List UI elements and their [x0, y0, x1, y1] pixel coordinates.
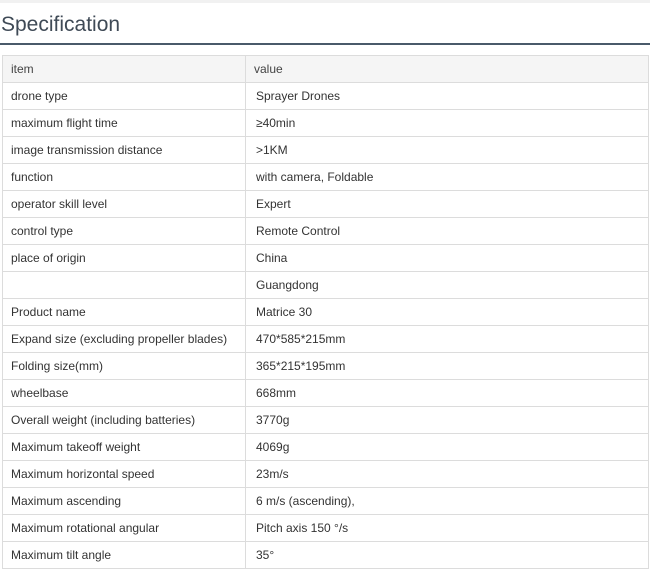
table-row: Maximum horizontal speed 23m/s — [2, 460, 649, 488]
row-item: operator skill level — [2, 190, 246, 218]
row-value: 35° — [245, 541, 649, 569]
row-item: function — [2, 163, 246, 191]
row-value: 6 m/s (ascending), — [245, 487, 649, 515]
table-row: Maximum tilt angle 35° — [2, 541, 649, 569]
row-item: image transmission distance — [2, 136, 246, 164]
row-value: Remote Control — [245, 217, 649, 245]
row-value: 4069g — [245, 433, 649, 461]
section-header: Specification — [0, 3, 650, 45]
row-value: Sprayer Drones — [245, 82, 649, 110]
table-row: Product name Matrice 30 — [2, 298, 649, 326]
row-item: maximum flight time — [2, 109, 246, 137]
row-item: control type — [2, 217, 246, 245]
table-header-row: item value — [2, 55, 649, 83]
row-item: Maximum rotational angular — [2, 514, 246, 542]
row-value: Guangdong — [245, 271, 649, 299]
table-row: operator skill level Expert — [2, 190, 649, 218]
table-row: Maximum ascending 6 m/s (ascending), — [2, 487, 649, 515]
row-item: Maximum horizontal speed — [2, 460, 246, 488]
row-item: Product name — [2, 298, 246, 326]
row-item — [2, 271, 246, 299]
row-value: Matrice 30 — [245, 298, 649, 326]
table-row: place of origin China — [2, 244, 649, 272]
row-value: ≥40min — [245, 109, 649, 137]
row-item: drone type — [2, 82, 246, 110]
table-row: image transmission distance >1KM — [2, 136, 649, 164]
row-item: Maximum ascending — [2, 487, 246, 515]
table-row: Guangdong — [2, 271, 649, 299]
row-item: Expand size (excluding propeller blades) — [2, 325, 246, 353]
row-value: 365*215*195mm — [245, 352, 649, 380]
row-value: 3770g — [245, 406, 649, 434]
row-value: >1KM — [245, 136, 649, 164]
row-value: Pitch axis 150 °/s — [245, 514, 649, 542]
row-value: Expert — [245, 190, 649, 218]
table-body: drone type Sprayer Drones maximum flight… — [2, 82, 649, 569]
row-item: Folding size(mm) — [2, 352, 246, 380]
table-row: Folding size(mm) 365*215*195mm — [2, 352, 649, 380]
row-value: 23m/s — [245, 460, 649, 488]
row-value: 470*585*215mm — [245, 325, 649, 353]
row-value: 668mm — [245, 379, 649, 407]
table-row: Maximum rotational angular Pitch axis 15… — [2, 514, 649, 542]
spec-table: item value drone type Sprayer Drones max… — [2, 55, 649, 569]
table-row: Maximum takeoff weight 4069g — [2, 433, 649, 461]
table-row: control type Remote Control — [2, 217, 649, 245]
table-row: function with camera, Foldable — [2, 163, 649, 191]
table-row: Expand size (excluding propeller blades)… — [2, 325, 649, 353]
row-item: place of origin — [2, 244, 246, 272]
row-item: wheelbase — [2, 379, 246, 407]
table-row: maximum flight time ≥40min — [2, 109, 649, 137]
table-row: Overall weight (including batteries) 377… — [2, 406, 649, 434]
table-row: wheelbase 668mm — [2, 379, 649, 407]
table-row: drone type Sprayer Drones — [2, 82, 649, 110]
column-header-item: item — [2, 55, 246, 83]
row-item: Maximum takeoff weight — [2, 433, 246, 461]
row-item: Overall weight (including batteries) — [2, 406, 246, 434]
row-item: Maximum tilt angle — [2, 541, 246, 569]
row-value: with camera, Foldable — [245, 163, 649, 191]
row-value: China — [245, 244, 649, 272]
column-header-value: value — [245, 55, 649, 83]
page-title: Specification — [1, 13, 121, 36]
table-header: item value — [2, 55, 649, 83]
